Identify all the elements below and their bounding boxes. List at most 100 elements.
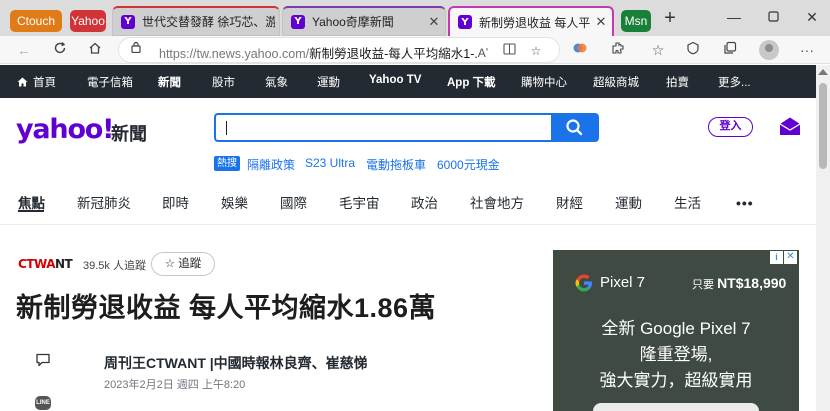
url-path: 新制勞退收益-每人平均縮水1-... [309,47,477,61]
ad-info-icon[interactable]: i [770,251,783,264]
comment-icon[interactable] [35,353,51,367]
minimize-icon[interactable]: — [725,8,743,26]
category-tab[interactable]: 社會地方 [470,192,524,212]
active-tab-underline [18,210,44,212]
category-more-icon[interactable]: ••• [736,195,754,211]
read-aloud-icon[interactable]: Aⁿ [474,42,492,60]
nav-sports[interactable]: 運動 [317,74,340,90]
nav-auction[interactable]: 拍賣 [666,74,689,90]
login-button[interactable]: 登入 [708,117,753,137]
profile-avatar[interactable] [759,40,779,60]
window-close-icon[interactable]: ✕ [803,8,821,26]
article-title: 新制勞退收益 每人平均縮水1.86萬 [16,293,437,323]
trending-hot-badge: 熱搜 [214,156,240,171]
ad-product-name: Pixel 7 [600,274,646,291]
ad-cta-button[interactable] [593,403,759,411]
yahoo-favicon-icon: Y [121,14,135,29]
tab-yahoo-news[interactable]: Y Yahoo奇摩新聞 ✕ [282,6,446,36]
browser-tab-strip: Ctouch Yahoo Y 世代交替發酵 徐巧芯、游 Y Yahoo奇摩新聞 … [0,0,830,36]
trending-link[interactable]: S23 Ultra [305,156,355,170]
ad-headline: 隆重登場, [639,345,713,364]
nav-more[interactable]: 更多... [718,74,751,90]
trending-link[interactable]: 隔離政策 [247,156,295,173]
page-scrollbar[interactable] [816,65,830,411]
article-author: 周刊王CTWANT |中國時報林良齊、崔慈悌 [104,355,368,371]
category-tab[interactable]: 財經 [556,192,583,212]
publisher-logo[interactable]: CTWANT [18,257,73,271]
scroll-up-icon[interactable] [818,69,828,75]
article-date: 2023年2月2日 週四 上午8:20 [104,379,246,391]
nav-mail[interactable]: 電子信箱 [87,74,133,90]
tab-close-icon[interactable]: ✕ [594,14,608,30]
category-tab[interactable]: 新冠肺炎 [77,192,131,212]
tab-title: Yahoo奇摩新聞 [312,15,394,29]
refresh-icon[interactable] [50,40,70,60]
ad-headline: 全新 Google Pixel 7 [601,319,751,338]
new-tab-icon[interactable]: + [660,8,680,29]
tab-group-ctouch[interactable]: Ctouch [10,10,62,32]
maximize-icon[interactable] [764,8,782,26]
search-button[interactable] [551,113,599,142]
category-tab[interactable]: 生活 [674,192,701,212]
yahoo-favicon-icon: Y [458,15,472,29]
url-text[interactable]: https://tw.news.yahoo.com/新制勞退收益-每人平均縮水1… [159,43,477,62]
trending-link[interactable]: 電動拖板車 [366,156,426,173]
extension-circle-icon[interactable] [570,40,590,60]
google-g-icon [575,274,592,292]
category-tab[interactable]: 娛樂 [221,192,248,212]
yahoo-logo[interactable]: yahoo! [16,114,114,145]
tab-close-icon[interactable]: ✕ [427,14,441,30]
ad-headline: 強大實力，超級實用 [599,371,753,390]
tab-title: 新制勞退收益 每人平均縮 [479,15,590,30]
yahoo-favicon-icon: Y [291,14,305,29]
trending-link[interactable]: 6000元現金 [437,156,500,173]
back-icon[interactable]: ← [14,40,34,60]
follow-button[interactable]: ☆ 追蹤 [151,252,215,276]
browser-essentials-icon[interactable] [683,40,703,60]
yahoo-top-nav: 首頁 電子信箱 新聞 股市 氣象 運動 Yahoo TV App 下載 購物中心… [0,65,816,98]
mail-icon[interactable] [779,116,801,136]
nav-news[interactable]: 新聞 [158,74,181,90]
favorites-icon[interactable]: ☆ [648,40,668,60]
tab-group-yahoo[interactable]: Yahoo [70,10,106,32]
tab-title: 世代交替發酵 徐巧芯、游 [142,15,275,29]
line-share-icon[interactable]: LINE [35,396,51,410]
more-menu-icon[interactable]: ··· [797,40,817,60]
nav-weather[interactable]: 氣象 [265,74,288,90]
tab-news-1[interactable]: Y 世代交替發酵 徐巧芯、游 [112,6,280,36]
divider [0,224,816,225]
category-tab[interactable]: 運動 [615,192,642,212]
category-tab[interactable]: 毛宇宙 [339,192,380,212]
browser-toolbar: ← https://tw.news.yahoo.com/新制勞退收益-每人平均縮… [0,36,830,64]
search-input[interactable] [216,115,552,140]
search-box[interactable] [214,113,552,142]
category-tab[interactable]: 國際 [280,192,307,212]
scroll-thumb[interactable] [819,83,827,169]
home-icon[interactable] [85,40,105,60]
category-tab-focus[interactable]: 焦點 [18,192,45,212]
nav-home[interactable]: 首頁 [17,74,56,90]
tab-active-article[interactable]: Y 新制勞退收益 每人平均縮 ✕ [448,6,614,36]
follower-count: 39.5k 人追蹤 [83,260,146,272]
home-icon [17,77,28,87]
tab-group-msn[interactable]: Msn [621,10,651,32]
nav-stocks[interactable]: 股市 [212,74,235,90]
extensions-icon[interactable] [608,40,628,60]
immersive-reader-icon[interactable] [500,42,518,60]
logo-news-label[interactable]: 新聞 [111,120,147,146]
search-icon [566,119,583,136]
category-tab[interactable]: 政治 [411,192,438,212]
nav-shopping[interactable]: 購物中心 [521,74,567,90]
address-bar[interactable]: https://tw.news.yahoo.com/新制勞退收益-每人平均縮水1… [118,37,560,63]
ad-close-icon[interactable]: ✕ [784,251,797,264]
favorite-add-icon[interactable]: ☆ [527,42,545,60]
url-domain: https://tw.news.yahoo.com/ [159,47,310,61]
nav-mall[interactable]: 超級商城 [593,74,639,90]
pixel-ad[interactable]: i ✕ Pixel 7 只要 NT$18,990 全新 Google Pixel… [553,250,799,411]
collections-icon[interactable] [720,40,740,60]
nav-yahoo-tv[interactable]: Yahoo TV [369,74,421,86]
category-tab[interactable]: 即時 [162,192,189,212]
lock-icon[interactable] [127,41,145,59]
nav-label: 首頁 [33,77,56,89]
nav-app-download[interactable]: App 下載 [447,74,496,90]
